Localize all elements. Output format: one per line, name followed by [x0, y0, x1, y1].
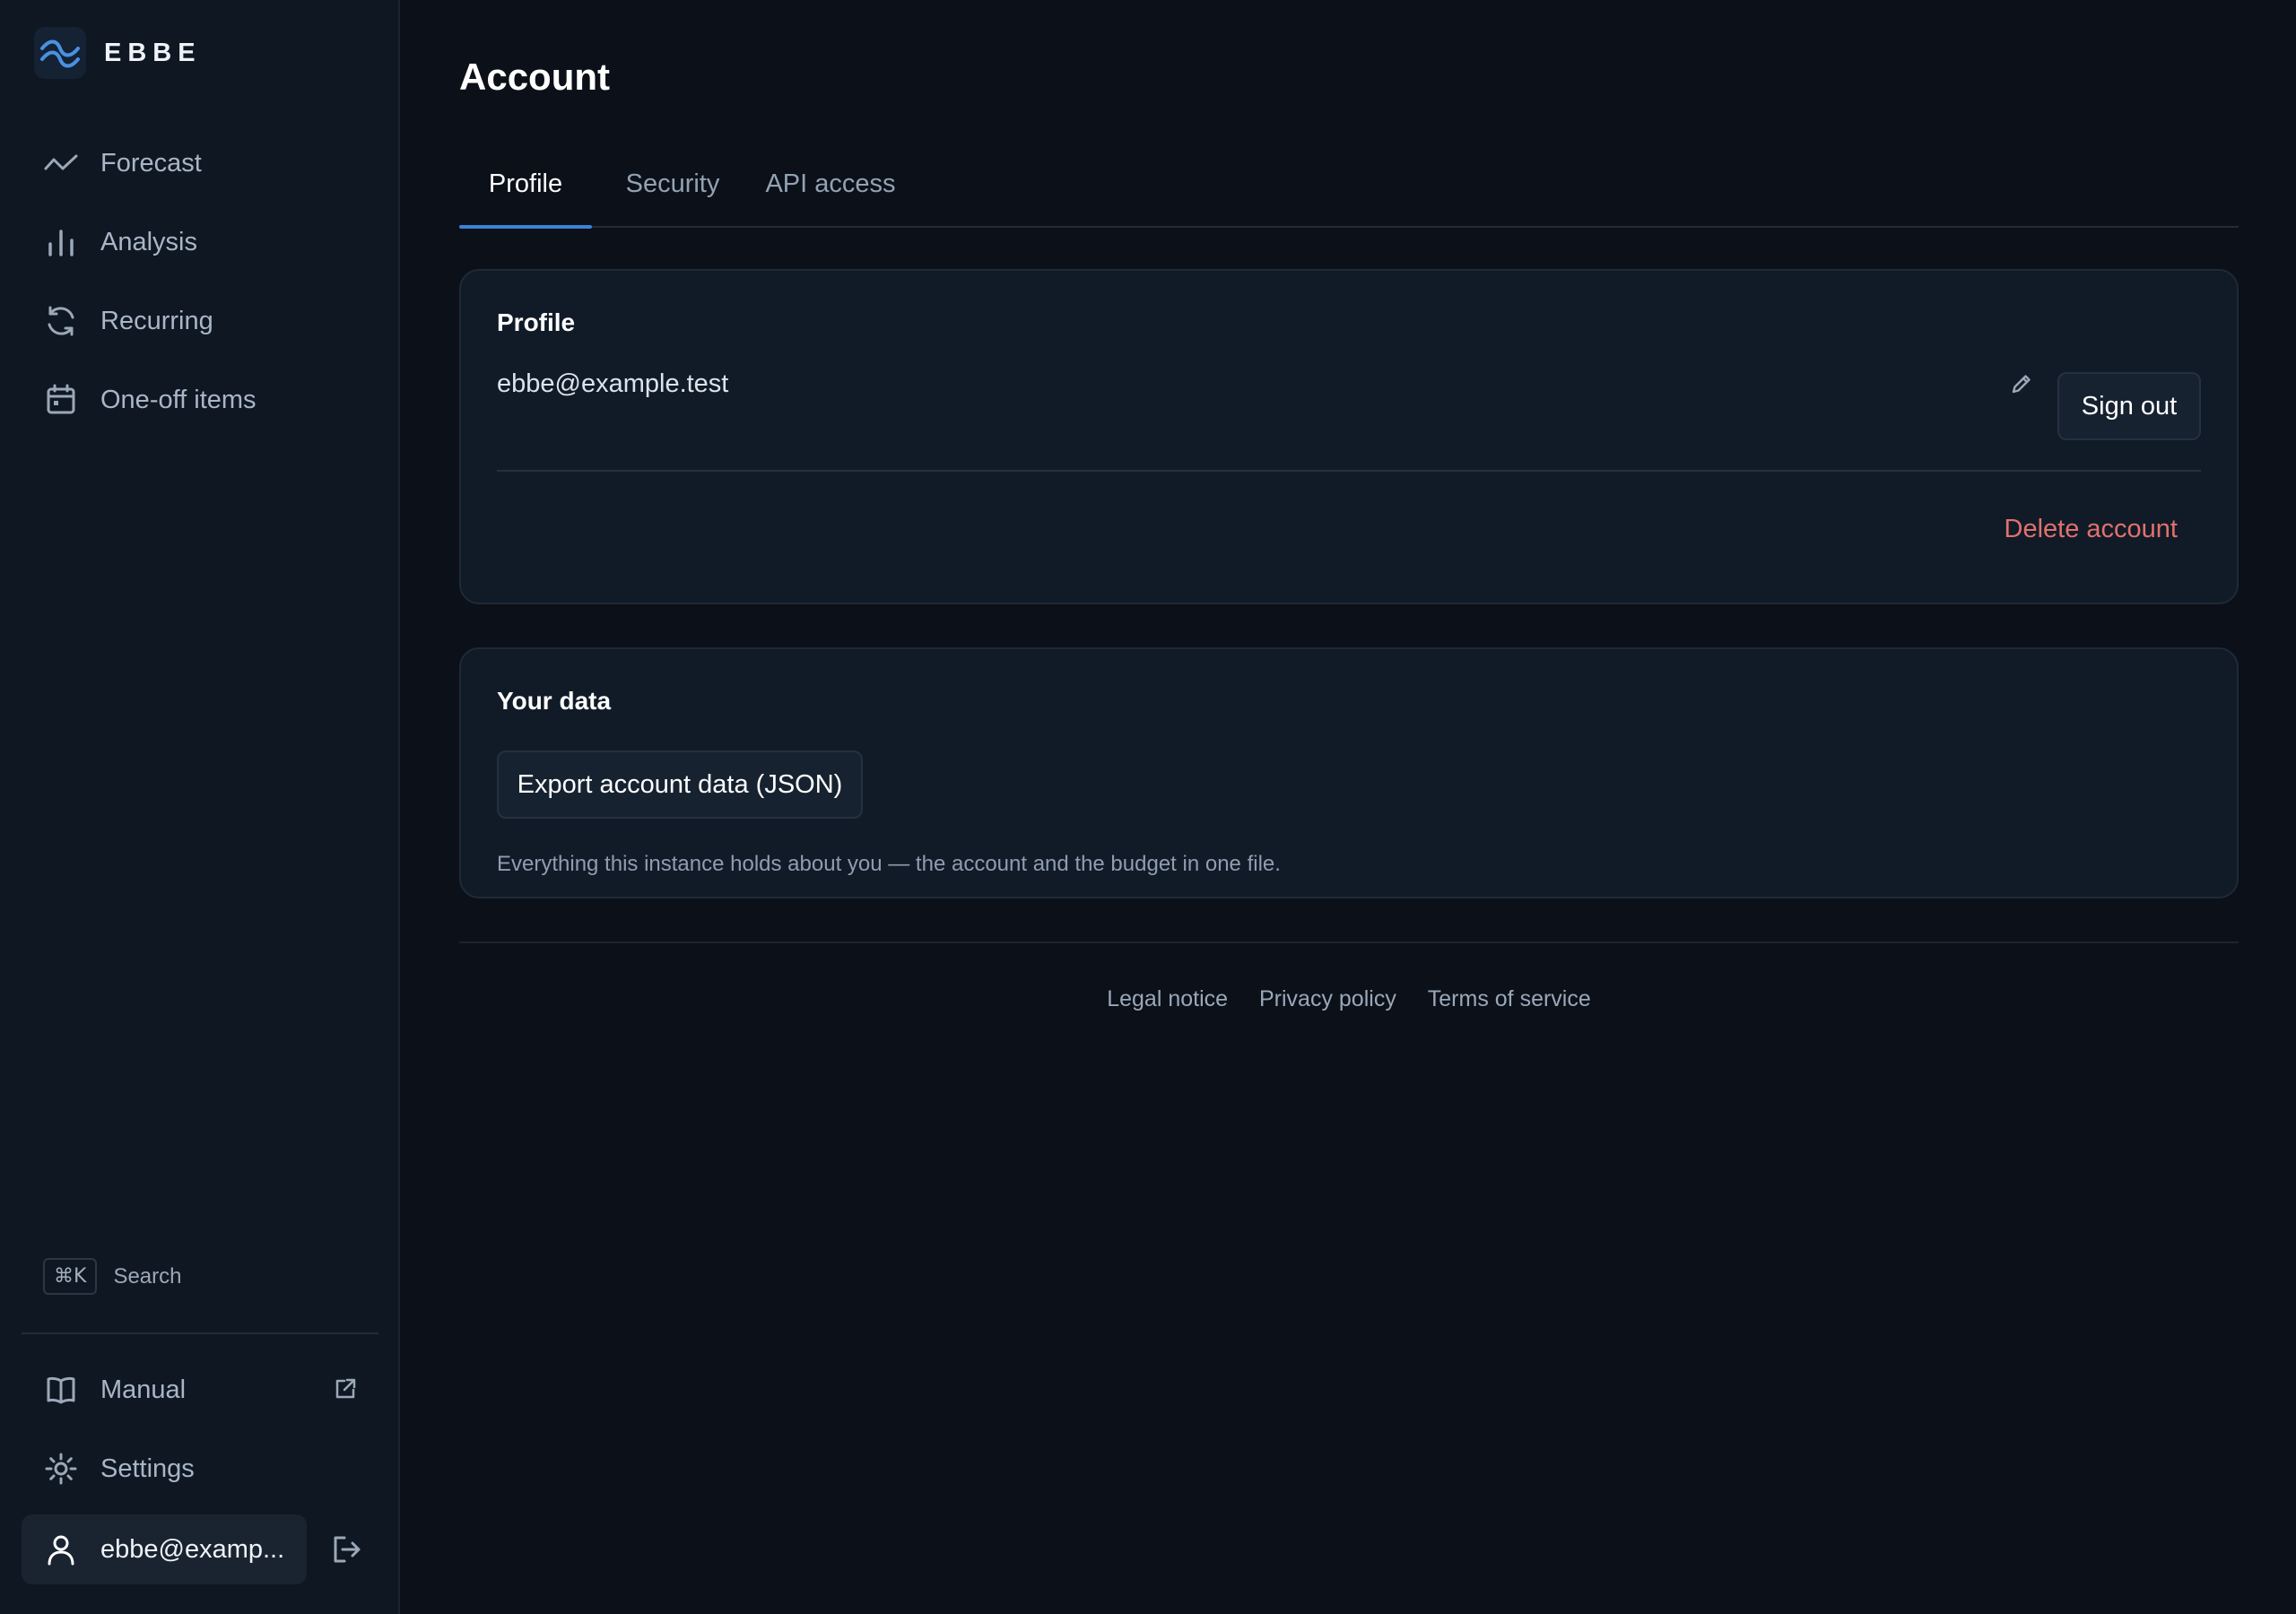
- sidebar-item-analysis[interactable]: Analysis: [22, 210, 377, 274]
- search-shortcut[interactable]: ⌘K Search: [43, 1258, 181, 1295]
- profile-card-title: Profile: [497, 308, 576, 336]
- privacy-policy-link[interactable]: Privacy policy: [1259, 986, 1396, 1011]
- keyboard-shortcut-badge: ⌘K: [43, 1258, 98, 1295]
- sidebar-item-settings[interactable]: Settings: [22, 1436, 377, 1501]
- profile-card: Profile ebbe@example.test Sign out Delet…: [459, 269, 2239, 604]
- edit-pencil-icon[interactable]: [2005, 368, 2038, 400]
- tab-profile[interactable]: Profile: [459, 151, 592, 229]
- bar-chart-icon: [43, 224, 79, 260]
- page-title: Account: [459, 56, 610, 98]
- trend-line-icon: [43, 145, 79, 181]
- sign-out-button[interactable]: Sign out: [2057, 372, 2201, 440]
- brand-name: EBBE: [104, 38, 202, 67]
- sidebar-item-forecast[interactable]: Forecast: [22, 131, 377, 195]
- tab-security[interactable]: Security: [610, 151, 735, 226]
- footer-divider: [459, 941, 2239, 943]
- terms-of-service-link[interactable]: Terms of service: [1428, 986, 1591, 1011]
- export-account-data-button[interactable]: Export account data (JSON): [497, 751, 863, 819]
- your-data-card-title: Your data: [497, 687, 612, 715]
- export-help-text: Everything this instance holds about you…: [497, 852, 1281, 876]
- profile-email: ebbe@example.test: [497, 369, 729, 398]
- refresh-icon: [43, 303, 79, 339]
- user-icon: [43, 1532, 79, 1567]
- brand[interactable]: EBBE: [34, 27, 202, 79]
- sidebar-item-label: Manual: [100, 1375, 187, 1404]
- sidebar-item-manual[interactable]: Manual: [22, 1358, 377, 1422]
- calendar-icon: [43, 382, 79, 418]
- your-data-card: Your data Export account data (JSON) Eve…: [459, 647, 2239, 898]
- sidebar-item-recurring[interactable]: Recurring: [22, 289, 377, 353]
- legal-notice-link[interactable]: Legal notice: [1107, 986, 1228, 1011]
- sign-out-icon[interactable]: [328, 1532, 364, 1567]
- sidebar: EBBE Forecast Analysis Recurring One-off…: [0, 0, 400, 1614]
- sun-gear-icon: [43, 1451, 79, 1487]
- footer-links: Legal notice Privacy policy Terms of ser…: [459, 986, 2239, 1012]
- external-link-icon: [334, 1377, 357, 1408]
- profile-card-divider: [497, 470, 2201, 472]
- user-email-label: ebbe@examp...: [100, 1534, 285, 1564]
- sidebar-divider: [22, 1332, 378, 1334]
- tab-bar: Profile Security API access: [459, 151, 2239, 229]
- sidebar-item-one-off-items[interactable]: One-off items: [22, 368, 377, 432]
- sidebar-item-label: Recurring: [100, 306, 213, 335]
- sidebar-item-label: Forecast: [100, 148, 202, 178]
- sidebar-item-label: One-off items: [100, 385, 257, 414]
- wave-logo-icon: [34, 27, 86, 79]
- user-account-chip[interactable]: ebbe@examp...: [22, 1514, 307, 1584]
- sidebar-item-label: Settings: [100, 1453, 195, 1483]
- tab-api-access[interactable]: API access: [757, 151, 904, 226]
- search-label: Search: [113, 1263, 182, 1289]
- book-icon: [43, 1372, 79, 1408]
- sidebar-item-label: Analysis: [100, 227, 197, 256]
- delete-account-button[interactable]: Delete account: [2005, 515, 2178, 544]
